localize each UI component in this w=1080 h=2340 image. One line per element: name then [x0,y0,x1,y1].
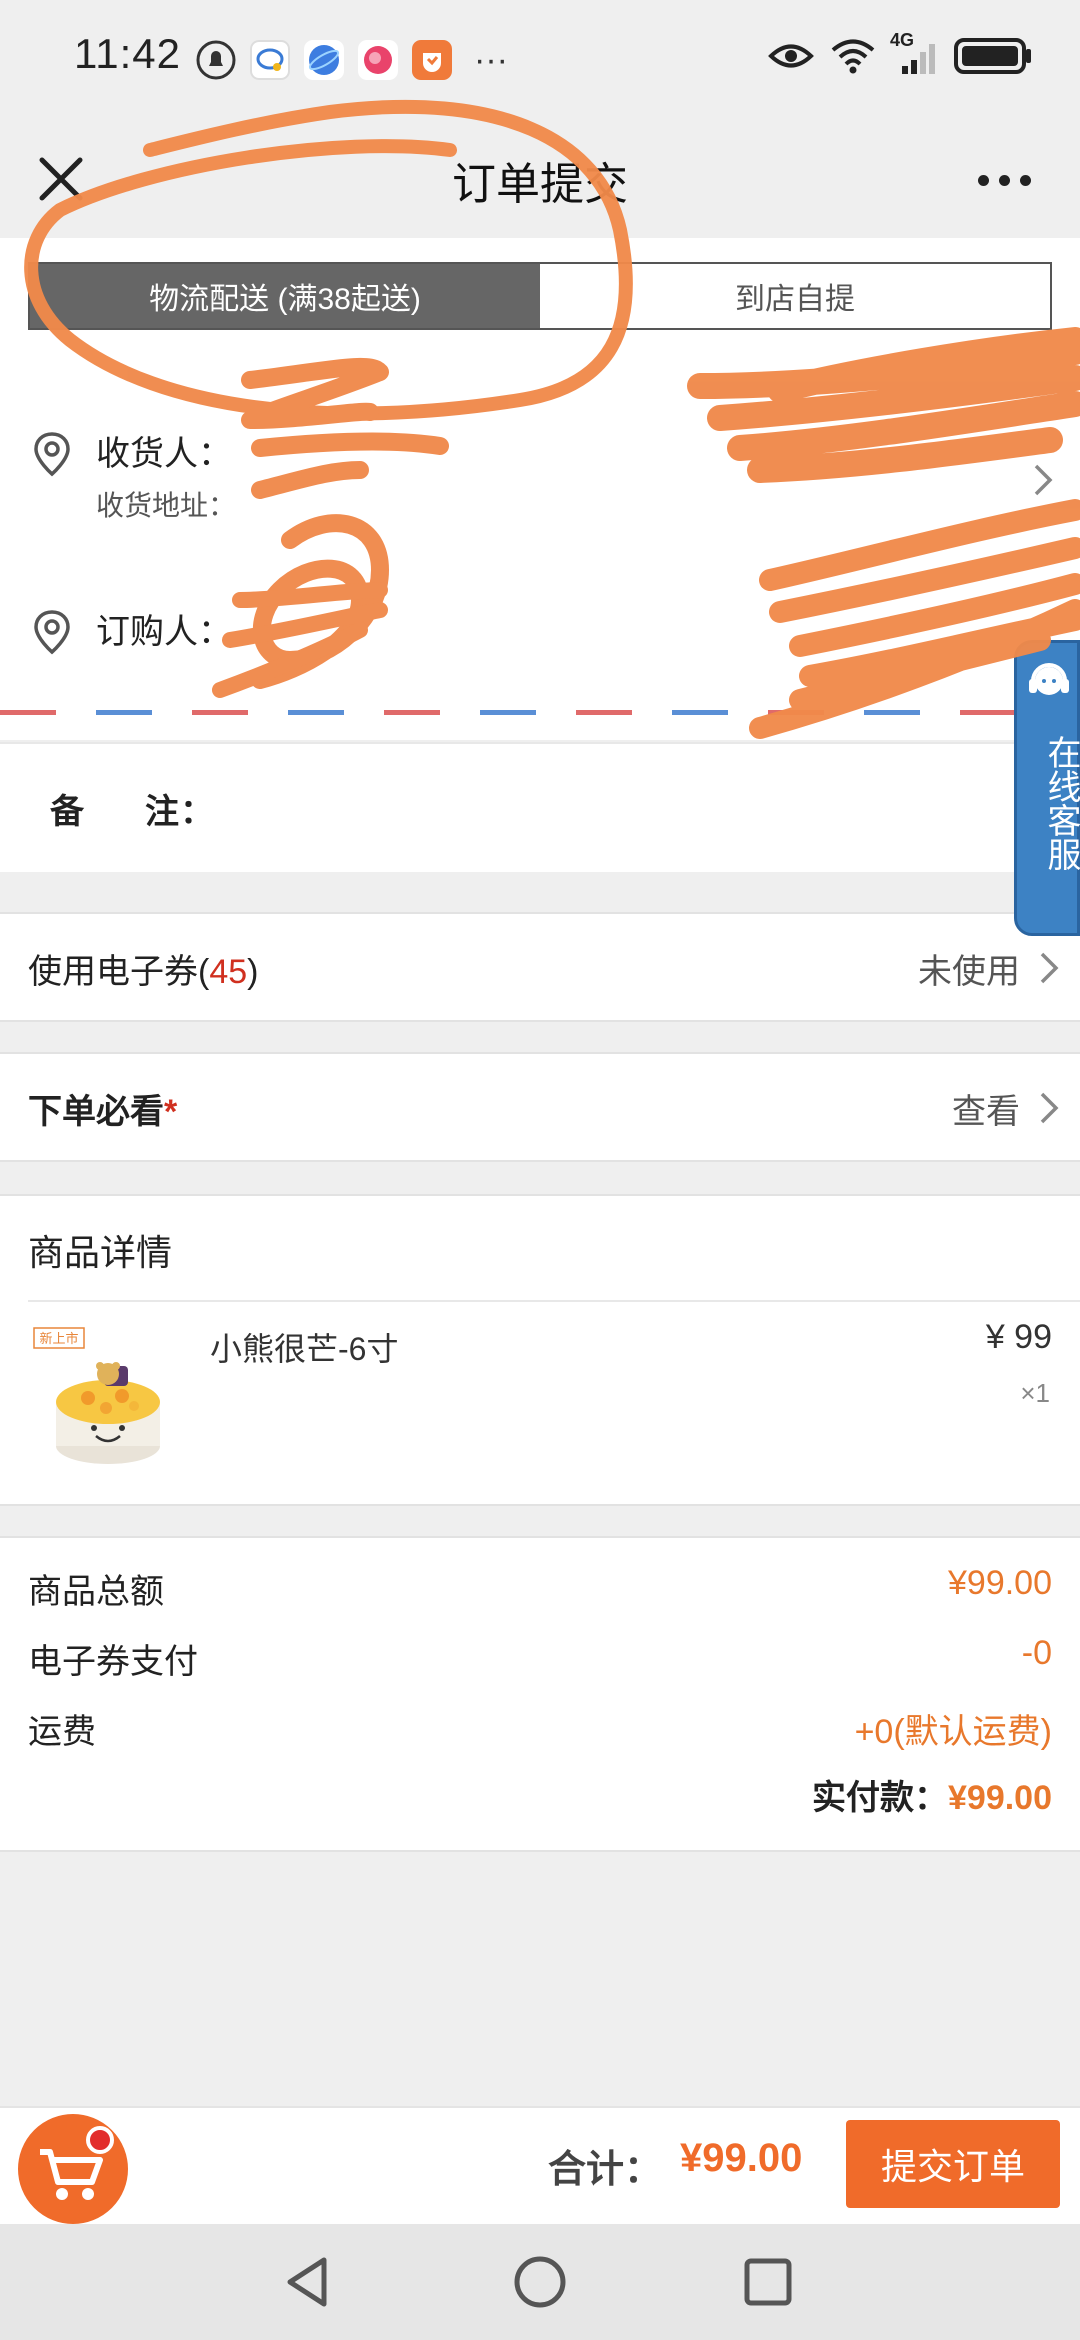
product-price: ¥ 99 [985,1318,1052,1356]
cake-image: 新上市 [33,1327,160,1464]
location-pin-icon [34,610,70,655]
notice-view-link: 查看 [952,1093,1020,1131]
goods-section-title: 商品详情 [28,1232,173,1273]
more-options-button[interactable] [964,160,1044,200]
receiver-label: 收货人： [96,435,232,473]
summary-row: 商品总额 ¥99.00 [28,1564,1052,1614]
order-submit-page: 11:42 ··· 4G 订单提交 物流配送 (满38起送) 到店自提 收货人：… [0,0,1080,2340]
battery-icon [954,38,1031,74]
address-label: 收货地址： [96,490,237,521]
summary-value: -0 [1021,1634,1052,1672]
system-navigation-bar [0,2224,1080,2340]
cart-badge [86,2126,114,2154]
status-bar: 11:42 ··· 4G [0,0,1080,120]
more-dot [1019,174,1031,186]
tab-logistics-delivery[interactable]: 物流配送 (满38起送) [30,264,540,328]
wifi-icon [831,39,875,74]
coupon-status: 未使用 [918,953,1020,991]
receiver-address-row[interactable]: 收货人： 收货地址： [0,398,1080,548]
new-badge: 新上市 [39,1331,78,1347]
orderer-row[interactable]: 订购人： [0,588,1080,688]
coupon-label-end: ) [247,953,259,991]
cellular-signal-icon: 4G [890,30,938,76]
chevron-right-icon [1034,464,1053,496]
chevron-right-icon [1040,952,1059,984]
tab-store-pickup[interactable]: 到店自提 [540,264,1050,328]
summary-label: 商品总额 [28,1573,164,1611]
coupon-label-text: 使用电子券( [28,953,210,991]
delivery-mode-tabs: 物流配送 (满38起送) 到店自提 [28,262,1052,330]
paid-value: ¥99.00 [948,1779,1052,1817]
social-icon [358,40,398,80]
summary-label: 运费 [28,1713,96,1751]
notice-label: 下单必看* [28,1084,177,1133]
notice-label-text: 下单必看 [28,1093,164,1131]
summary-value: ¥99.00 [948,1564,1052,1602]
address-divider [0,710,1080,715]
orderer-label: 订购人： [96,613,232,651]
remark-label-part: 注： [145,793,215,831]
order-notice-row[interactable]: 下单必看* 查看 [0,1052,1080,1162]
page-title: 订单提交 [452,160,628,209]
remark-label: 备 注： [50,784,215,833]
online-customer-service-button[interactable]: 在线客服 [1014,640,1080,936]
location-pin-icon [34,432,70,477]
summary-value: +0(默认运费) [854,1713,1052,1751]
customer-service-label: 在线客服 [1042,735,1080,871]
shopping-icon [412,40,452,80]
paid-label: 实付款： [812,1779,948,1817]
submit-order-button[interactable]: 提交订单 [846,2120,1060,2208]
shopping-cart-icon [40,2149,103,2200]
bell-icon [196,40,236,80]
product-quantity: ×1 [1020,1378,1050,1408]
goods-detail-card: 商品详情 新上市 小熊很芒-6寸 ¥ 99 ×1 [0,1194,1080,1506]
more-dot [977,174,989,186]
coupon-label: 使用电子券(45) [28,944,258,993]
cart-button[interactable] [14,2110,132,2228]
status-time: 11:42 [74,30,181,77]
product-name: 小熊很芒-6寸 [210,1331,399,1367]
price-summary-card: 商品总额 ¥99.00 电子券支付 -0 运费 +0(默认运费) 实付款：¥99… [0,1536,1080,1852]
remark-row[interactable]: 备 注： [0,742,1080,872]
system-status-icons: 4G [768,30,1034,76]
chat-icon [250,40,290,80]
delivery-card: 物流配送 (满38起送) 到店自提 收货人： 收货地址： 订购人： [0,238,1080,740]
coupon-row[interactable]: 使用电子券(45) 未使用 [0,912,1080,1022]
product-image[interactable]: 新上市 [30,1324,190,1474]
required-star: * [164,1093,178,1131]
summary-row: 电子券支付 -0 [28,1634,1052,1684]
home-nav-icon[interactable] [510,2252,570,2312]
more-dot [998,174,1010,186]
notification-icons: ··· [196,40,508,80]
eye-icon [768,44,814,68]
summary-row: 运费 +0(默认运费) [28,1704,1052,1754]
remark-label-part: 备 [50,793,85,831]
paid-amount: 实付款：¥99.00 [812,1770,1052,1819]
checkout-bar: 合计： ¥99.00 提交订单 [0,2106,1080,2224]
total-label: 合计： [548,2149,663,2191]
more-notifications-icon: ··· [474,41,508,79]
header: 订单提交 [0,120,1080,238]
total-amount: ¥99.00 [680,2136,803,2180]
summary-label: 电子券支付 [28,1643,198,1681]
recents-nav-icon[interactable] [738,2252,798,2312]
chevron-right-icon [1040,1092,1059,1124]
goods-divider [28,1300,1080,1302]
coupon-count: 45 [209,953,248,991]
headset-icon [1029,663,1069,695]
back-nav-icon[interactable] [278,2252,338,2312]
browser-icon [304,40,344,80]
